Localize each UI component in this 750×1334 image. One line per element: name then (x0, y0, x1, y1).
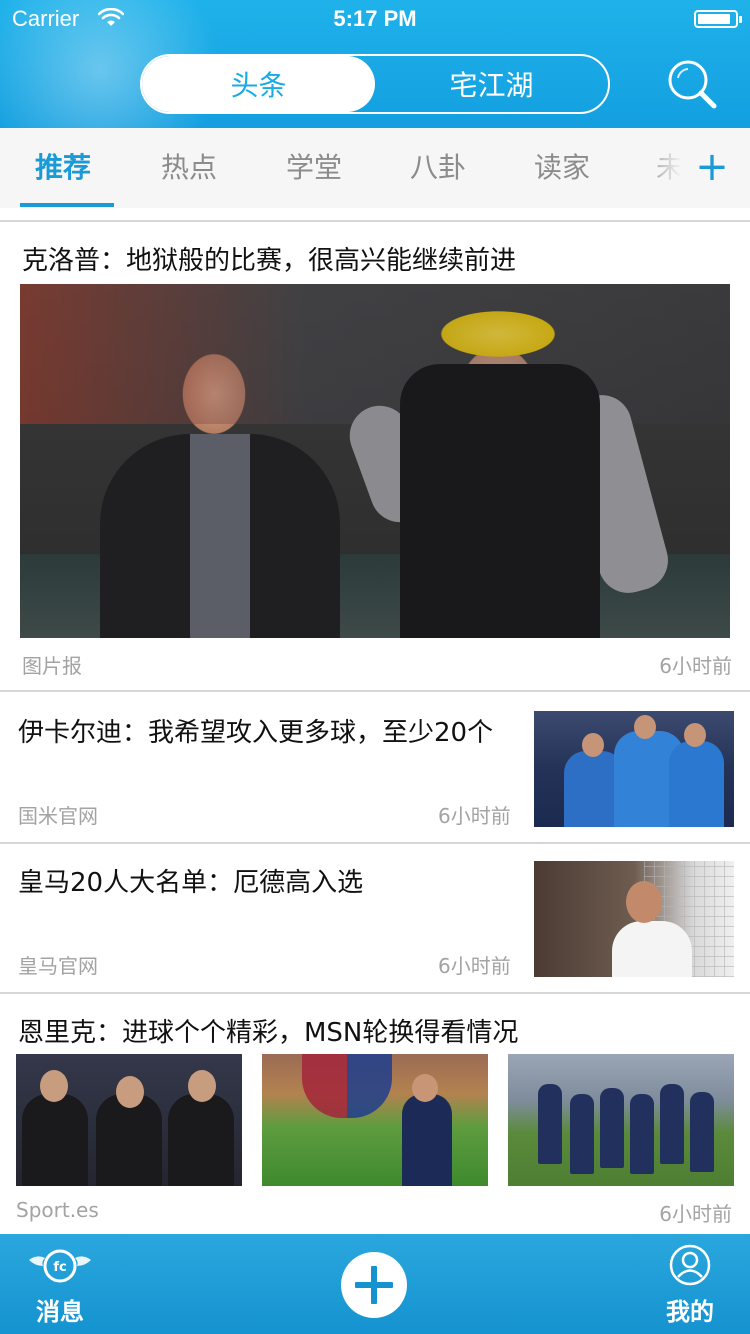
plus-icon (355, 1266, 393, 1304)
active-tab-underline (20, 203, 114, 207)
coach-right (400, 364, 600, 638)
article-title[interactable]: 皇马20人大名单：厄德高入选 (18, 862, 363, 899)
headline-segmented-control: 头条 宅江湖 (140, 54, 610, 114)
article-thumbnail[interactable] (534, 711, 734, 827)
person-head (40, 1070, 68, 1102)
divider (0, 220, 750, 222)
battery-icon (694, 10, 742, 28)
article-time: 6小时前 (659, 1202, 732, 1226)
article-gallery-image[interactable] (16, 1054, 242, 1186)
person (168, 1094, 234, 1186)
player-head (626, 881, 662, 923)
player (538, 1084, 562, 1164)
status-bar: Carrier 5:17 PM (0, 0, 750, 40)
tabbar-profile[interactable]: 我的 (650, 1234, 730, 1334)
segment-fan-community[interactable]: 宅江湖 (375, 56, 608, 112)
top-header: Carrier 5:17 PM 头条 宅江湖 (0, 0, 750, 128)
divider (0, 690, 750, 692)
clock: 5:17 PM (333, 6, 417, 31)
article-gallery-image[interactable] (508, 1054, 734, 1186)
tabbar-messages[interactable]: fc 消息 (20, 1234, 100, 1334)
coach-left-shirt (190, 434, 250, 638)
tab-recommended[interactable]: 推荐 (35, 128, 91, 208)
tab-fade (640, 128, 700, 208)
divider (0, 842, 750, 844)
person (22, 1094, 88, 1186)
divider (0, 992, 750, 994)
article-hero-image[interactable] (20, 284, 730, 638)
player (612, 921, 692, 977)
person-head (188, 1070, 216, 1102)
tab-reader[interactable]: 读家 (534, 128, 590, 208)
search-icon[interactable] (664, 58, 720, 110)
article-title[interactable]: 恩里克：进球个个精彩，MSN轮换得看情况 (18, 1012, 518, 1049)
user-icon (669, 1244, 711, 1286)
article-time: 6小时前 (438, 804, 511, 828)
add-tab-button[interactable]: + (692, 128, 732, 208)
player-head (684, 723, 706, 747)
battery-fill (698, 14, 730, 24)
article-source: 国米官网 (18, 804, 98, 828)
player (660, 1084, 684, 1164)
article-gallery-image[interactable] (262, 1054, 488, 1186)
player (690, 1092, 714, 1172)
article-title[interactable]: 克洛普：地狱般的比赛，很高兴能继续前进 (22, 240, 516, 277)
person-head (412, 1074, 438, 1102)
article-thumbnail[interactable] (534, 861, 734, 977)
player (570, 1094, 594, 1174)
crowd-background (20, 284, 730, 424)
category-tabs: 推荐 热点 学堂 八卦 读家 未 + (0, 128, 750, 208)
player (600, 1088, 624, 1168)
tab-hot[interactable]: 热点 (161, 128, 217, 208)
person (402, 1094, 452, 1186)
article-title[interactable]: 伊卡尔迪：我希望攻入更多球，至少20个 (18, 712, 493, 749)
person-head (116, 1076, 144, 1108)
article-time: 6小时前 (438, 954, 511, 978)
player-head (634, 715, 656, 739)
tabbar-label: 消息 (36, 1298, 84, 1326)
tabbar-label: 我的 (666, 1298, 714, 1326)
player (630, 1094, 654, 1174)
segment-headlines[interactable]: 头条 (142, 56, 375, 112)
compose-button[interactable] (341, 1252, 407, 1318)
bottom-tab-bar: fc 消息 我的 (0, 1234, 750, 1334)
tab-school[interactable]: 学堂 (286, 128, 342, 208)
player (669, 741, 724, 827)
club-crest (302, 1054, 392, 1118)
article-source: Sport.es (16, 1198, 99, 1222)
badge-text: fc (53, 1260, 66, 1275)
player-head (582, 733, 604, 757)
article-time: 6小时前 (659, 654, 732, 678)
article-source: 图片报 (22, 654, 82, 678)
fc-badge-icon: fc (29, 1249, 91, 1283)
tab-gossip[interactable]: 八卦 (410, 128, 466, 208)
article-source: 皇马官网 (18, 954, 98, 978)
